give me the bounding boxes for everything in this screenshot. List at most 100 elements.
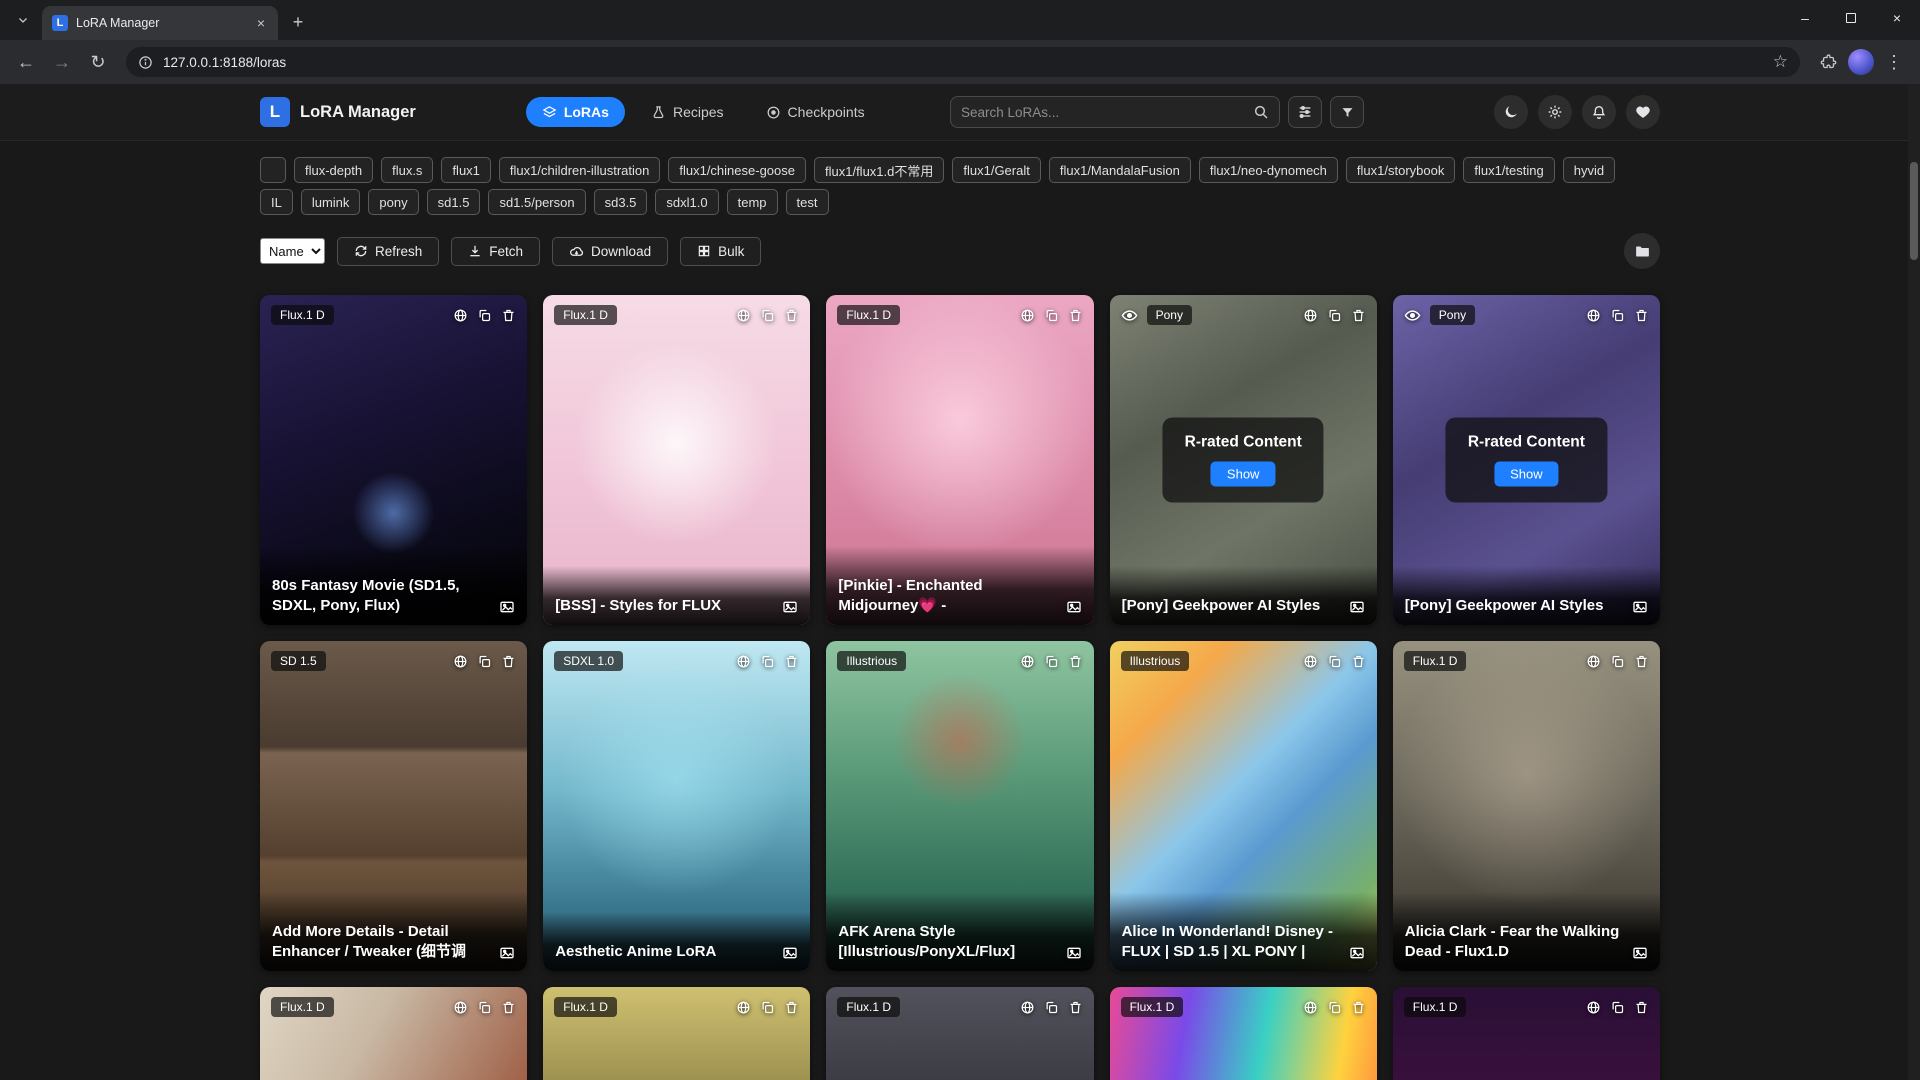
preview-image-icon[interactable] bbox=[499, 945, 515, 961]
back-button[interactable]: ← bbox=[10, 46, 42, 78]
trash-icon[interactable] bbox=[1634, 1000, 1649, 1015]
scrollbar-thumb[interactable] bbox=[1910, 162, 1918, 260]
folder-chip[interactable]: flux1/neo-dynomech bbox=[1199, 157, 1338, 183]
browser-menu-icon[interactable]: ⋮ bbox=[1878, 46, 1910, 78]
trash-icon[interactable] bbox=[784, 1000, 799, 1015]
folder-chip[interactable]: sd3.5 bbox=[594, 189, 648, 215]
show-nsfw-button[interactable]: Show bbox=[1211, 462, 1276, 487]
folder-chip[interactable]: flux1/storybook bbox=[1346, 157, 1455, 183]
preview-image-icon[interactable] bbox=[499, 599, 515, 615]
nsfw-eye-icon[interactable] bbox=[1404, 307, 1421, 324]
civitai-globe-icon[interactable] bbox=[736, 1000, 751, 1015]
open-folder-button[interactable] bbox=[1624, 233, 1660, 269]
folder-chip[interactable]: flux1/testing bbox=[1463, 157, 1554, 183]
civitai-globe-icon[interactable] bbox=[1586, 1000, 1601, 1015]
trash-icon[interactable] bbox=[1351, 308, 1366, 323]
folder-chip[interactable]: flux1/Geralt bbox=[952, 157, 1040, 183]
folder-chip[interactable]: flux-depth bbox=[294, 157, 373, 183]
copy-icon[interactable] bbox=[760, 1000, 775, 1015]
trash-icon[interactable] bbox=[1351, 654, 1366, 669]
folder-chip[interactable]: flux1/MandalaFusion bbox=[1049, 157, 1191, 183]
window-maximize-button[interactable] bbox=[1828, 0, 1874, 36]
extensions-icon[interactable] bbox=[1812, 46, 1844, 78]
trash-icon[interactable] bbox=[1351, 1000, 1366, 1015]
lora-card[interactable]: Flux.1 D bbox=[1110, 987, 1377, 1080]
address-bar[interactable]: 127.0.0.1:8188/loras ☆ bbox=[126, 47, 1800, 77]
copy-icon[interactable] bbox=[760, 308, 775, 323]
folder-chip[interactable]: IL bbox=[260, 189, 293, 215]
theme-toggle-button[interactable] bbox=[1494, 95, 1528, 129]
folder-chip[interactable]: hyvid bbox=[1563, 157, 1615, 183]
copy-icon[interactable] bbox=[477, 308, 492, 323]
lora-card[interactable]: SD 1.5 Add More Details - Detail Enhance… bbox=[260, 641, 527, 971]
favorites-button[interactable] bbox=[1626, 95, 1660, 129]
tab-search-button[interactable] bbox=[8, 5, 38, 35]
page-scrollbar[interactable] bbox=[1908, 84, 1920, 1080]
preview-image-icon[interactable] bbox=[1632, 599, 1648, 615]
civitai-globe-icon[interactable] bbox=[453, 308, 468, 323]
folder-chip[interactable]: flux1 bbox=[441, 157, 490, 183]
trash-icon[interactable] bbox=[1634, 654, 1649, 669]
lora-card[interactable]: Flux.1 D bbox=[1393, 987, 1660, 1080]
copy-icon[interactable] bbox=[1044, 1000, 1059, 1015]
civitai-globe-icon[interactable] bbox=[1586, 308, 1601, 323]
nsfw-eye-icon[interactable] bbox=[1121, 307, 1138, 324]
lora-card[interactable]: Illustrious AFK Arena Style [Illustrious… bbox=[826, 641, 1093, 971]
search-icon[interactable] bbox=[1253, 104, 1269, 120]
copy-icon[interactable] bbox=[477, 654, 492, 669]
notifications-button[interactable] bbox=[1582, 95, 1616, 129]
copy-icon[interactable] bbox=[760, 654, 775, 669]
download-button[interactable]: Download bbox=[552, 237, 668, 266]
civitai-globe-icon[interactable] bbox=[1020, 1000, 1035, 1015]
folder-chip[interactable]: sd1.5/person bbox=[488, 189, 585, 215]
copy-icon[interactable] bbox=[477, 1000, 492, 1015]
trash-icon[interactable] bbox=[1068, 654, 1083, 669]
civitai-globe-icon[interactable] bbox=[1020, 308, 1035, 323]
trash-icon[interactable] bbox=[501, 308, 516, 323]
tab-loras[interactable]: LoRAs bbox=[526, 97, 625, 127]
preview-image-icon[interactable] bbox=[1066, 945, 1082, 961]
trash-icon[interactable] bbox=[1068, 308, 1083, 323]
folder-chip[interactable]: lumink bbox=[301, 189, 361, 215]
civitai-globe-icon[interactable] bbox=[736, 654, 751, 669]
trash-icon[interactable] bbox=[1634, 308, 1649, 323]
trash-icon[interactable] bbox=[501, 654, 516, 669]
lora-card[interactable]: Pony R-rated Content Show [Pony] Geekpow… bbox=[1393, 295, 1660, 625]
preview-image-icon[interactable] bbox=[1349, 599, 1365, 615]
copy-icon[interactable] bbox=[1327, 1000, 1342, 1015]
show-nsfw-button[interactable]: Show bbox=[1494, 462, 1559, 487]
civitai-globe-icon[interactable] bbox=[453, 1000, 468, 1015]
lora-card[interactable]: Flux.1 D Alicia Clark - Fear the Walking… bbox=[1393, 641, 1660, 971]
site-info-icon[interactable] bbox=[138, 55, 153, 70]
lora-card[interactable]: SDXL 1.0 Aesthetic Anime LoRA bbox=[543, 641, 810, 971]
fetch-button[interactable]: Fetch bbox=[451, 237, 540, 266]
search-input[interactable] bbox=[961, 105, 1245, 120]
profile-avatar[interactable] bbox=[1848, 49, 1874, 75]
sort-options-button[interactable] bbox=[1288, 96, 1322, 128]
copy-icon[interactable] bbox=[1610, 308, 1625, 323]
lora-card[interactable]: Pony R-rated Content Show [Pony] Geekpow… bbox=[1110, 295, 1377, 625]
tab-recipes[interactable]: Recipes bbox=[635, 97, 740, 127]
folder-chip[interactable]: flux1/flux1.d不常用 bbox=[814, 157, 944, 183]
browser-tab[interactable]: L LoRA Manager × bbox=[42, 6, 278, 40]
lora-card[interactable]: Illustrious Alice In Wonderland! Disney … bbox=[1110, 641, 1377, 971]
window-close-button[interactable]: × bbox=[1874, 0, 1920, 36]
folder-chip[interactable]: pony bbox=[368, 189, 418, 215]
folder-chip[interactable]: flux1/chinese-goose bbox=[668, 157, 806, 183]
preview-image-icon[interactable] bbox=[1066, 599, 1082, 615]
tab-checkpoints[interactable]: Checkpoints bbox=[750, 97, 881, 127]
window-minimize-button[interactable]: – bbox=[1782, 0, 1828, 36]
filter-button[interactable] bbox=[1330, 96, 1364, 128]
tab-close-button[interactable]: × bbox=[252, 14, 270, 32]
preview-image-icon[interactable] bbox=[782, 599, 798, 615]
civitai-globe-icon[interactable] bbox=[1303, 654, 1318, 669]
new-tab-button[interactable]: + bbox=[284, 8, 312, 36]
url-text[interactable]: 127.0.0.1:8188/loras bbox=[163, 55, 1763, 70]
civitai-globe-icon[interactable] bbox=[736, 308, 751, 323]
sort-select[interactable]: Name bbox=[260, 238, 325, 264]
folder-chip[interactable]: sdxl1.0 bbox=[655, 189, 718, 215]
lora-card[interactable]: Flux.1 D bbox=[260, 987, 527, 1080]
lora-card[interactable]: Flux.1 D 80s Fantasy Movie (SD1.5, SDXL,… bbox=[260, 295, 527, 625]
copy-icon[interactable] bbox=[1327, 308, 1342, 323]
lora-card[interactable]: Flux.1 D [Pinkie] - Enchanted Midjourney… bbox=[826, 295, 1093, 625]
